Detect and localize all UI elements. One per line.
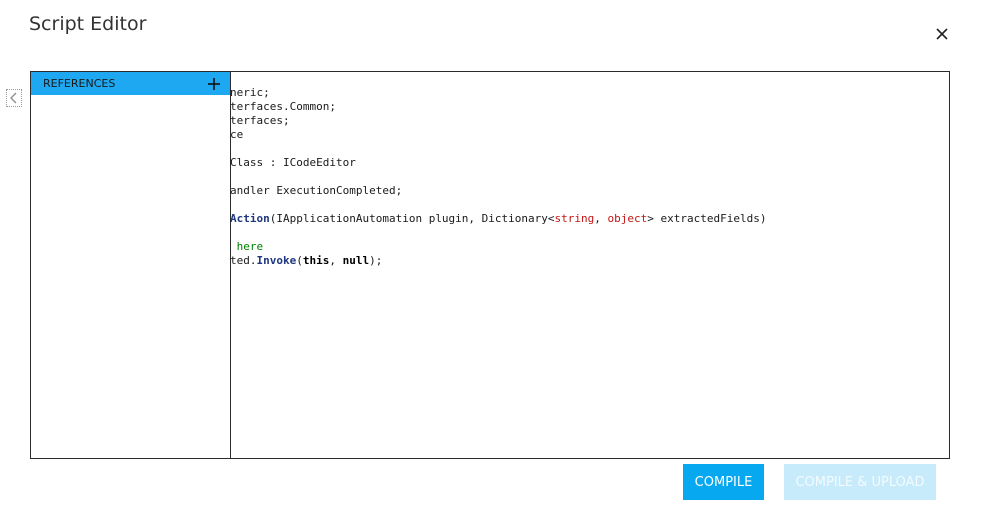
references-label: REFERENCES [43, 77, 116, 90]
code-token: ted. [230, 254, 257, 267]
code-token: Class : ICodeEditor [230, 156, 356, 169]
references-panel: REFERENCES [31, 72, 231, 458]
code-token: terfaces.Common; [230, 100, 336, 113]
code-token: , [329, 254, 343, 267]
close-button[interactable] [932, 24, 952, 44]
code-token: ce [230, 128, 244, 141]
code-line: here [230, 240, 948, 254]
code-token: , [594, 212, 608, 225]
code-token: string [554, 212, 595, 225]
code-editor[interactable]: neric; terfaces.Common; terfaces; ce Class :… [230, 86, 948, 456]
code-token: ); [369, 254, 383, 267]
references-header[interactable]: REFERENCES [31, 72, 230, 95]
compile-button[interactable]: COMPILE [683, 464, 764, 500]
code-token: null [342, 254, 370, 267]
code-line: ce [230, 128, 948, 142]
plus-icon [208, 78, 220, 90]
code-token: Invoke [256, 254, 297, 267]
code-token: andler ExecutionCompleted; [230, 184, 403, 197]
collapse-panel-button[interactable] [6, 89, 22, 107]
code-line: Action(IApplicationAutomation plugin, Di… [230, 212, 948, 226]
chevron-left-icon [10, 92, 17, 104]
dialog-title: Script Editor [29, 13, 147, 35]
code-token: (IApplicationAutomation plugin, Dictiona… [269, 212, 555, 225]
code-line: neric; [230, 86, 948, 100]
code-line: ted.Invoke(this, null); [230, 254, 948, 268]
code-line: Class : ICodeEditor [230, 156, 948, 170]
code-token: > extractedFields) [647, 212, 767, 225]
code-token: neric; [230, 86, 270, 99]
code-token: this [302, 254, 330, 267]
code-token: Action [230, 212, 270, 225]
code-token: object [607, 212, 648, 225]
editor-frame: REFERENCES neric; terfaces.Common; terface… [30, 71, 950, 459]
compile-upload-button[interactable]: COMPILE & UPLOAD [784, 464, 936, 500]
code-line: terfaces; [230, 114, 948, 128]
add-reference-button[interactable] [207, 76, 221, 90]
code-token: ( [296, 254, 303, 267]
close-icon [936, 28, 948, 40]
code-token: here [230, 240, 264, 253]
code-token: terfaces; [230, 114, 290, 127]
code-line: terfaces.Common; [230, 100, 948, 114]
code-line: andler ExecutionCompleted; [230, 184, 948, 198]
